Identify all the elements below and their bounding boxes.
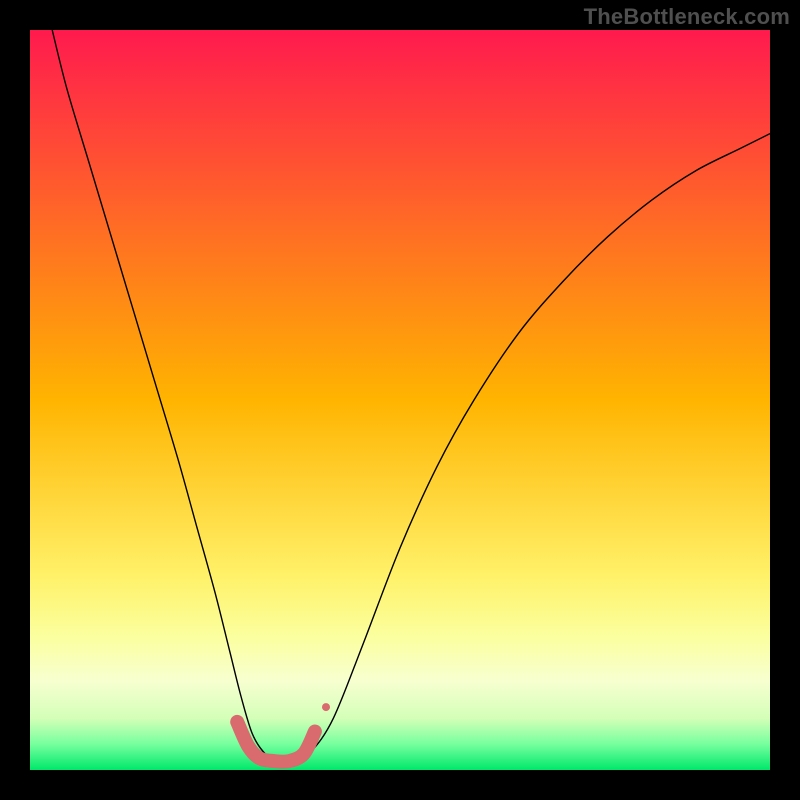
sweet-spot-dot — [322, 703, 330, 711]
chart-svg — [30, 30, 770, 770]
outer-frame: TheBottleneck.com — [0, 0, 800, 800]
chart-plot-area — [30, 30, 770, 770]
watermark-text: TheBottleneck.com — [584, 4, 790, 30]
chart-background — [30, 30, 770, 770]
